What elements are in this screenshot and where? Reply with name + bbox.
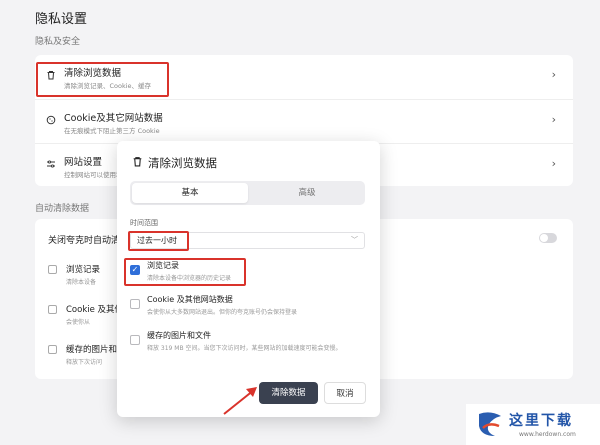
auto-item-sub: 会使你从: [66, 319, 91, 326]
highlight-history-option: [124, 258, 246, 286]
option-sub: 会使你从大多数网站退出。但你的夸克账号仍会保持登录: [147, 309, 298, 316]
dialog-title: 清除浏览数据: [132, 155, 217, 171]
cancel-button[interactable]: 取消: [324, 382, 366, 404]
dialog-title-text: 清除浏览数据: [148, 156, 217, 170]
dialog-tabs: 基本 高级: [130, 181, 365, 205]
checkbox[interactable]: [48, 265, 57, 274]
auto-item-label: 缓存的图片和: [66, 345, 118, 355]
pointer-arrow-icon: [223, 387, 257, 415]
auto-item-label: Cookie 及其他: [66, 305, 124, 315]
clear-data-button[interactable]: 清除数据: [259, 382, 318, 404]
row-label: Cookie及其它网站数据: [64, 113, 163, 124]
highlight-time-range: [128, 231, 189, 251]
section-auto-title: 自动清除数据: [35, 204, 90, 214]
page-title: 隐私设置: [35, 12, 88, 27]
sliders-icon: [46, 159, 56, 169]
cookie-icon: [46, 115, 56, 125]
section-privacy-title: 隐私及安全: [35, 37, 81, 47]
row-label: 网站设置: [64, 157, 103, 168]
chevron-right-icon: ›: [551, 157, 556, 170]
chevron-right-icon: ›: [551, 113, 556, 126]
auto-item-label: 浏览记录: [66, 265, 101, 275]
cookie-settings-row[interactable]: Cookie及其它网站数据 在无痕模式下阻止第三方 Cookie ›: [35, 99, 573, 141]
trash-icon: [132, 156, 143, 170]
checkbox[interactable]: [130, 299, 140, 309]
option-label: 缓存的图片和文件: [147, 331, 211, 340]
auto-item-sub: 清除本设备: [66, 279, 97, 286]
tab-advanced[interactable]: 高级: [249, 183, 365, 203]
watermark-logo-icon: [479, 412, 501, 436]
watermark: 这里下载 www.herdown.com: [466, 404, 600, 445]
row-sub: 在无痕模式下阻止第三方 Cookie: [64, 127, 160, 135]
time-range-label: 时间范围: [130, 219, 158, 227]
checkbox[interactable]: [130, 335, 140, 345]
chevron-down-icon: ﹀: [351, 236, 358, 244]
auto-clear-toggle[interactable]: [539, 233, 557, 243]
watermark-text: 这里下载: [509, 413, 573, 429]
option-label: Cookie 及其他网站数据: [147, 295, 233, 304]
chevron-right-icon: ›: [551, 68, 556, 81]
tab-basic[interactable]: 基本: [132, 183, 248, 203]
checkbox[interactable]: [48, 305, 57, 314]
option-sub: 释放 319 MB 空间。当您下次访问时，某些网站的加载速度可能会变慢。: [147, 345, 342, 352]
watermark-url: www.herdown.com: [519, 431, 576, 438]
highlight-clear-row: [36, 62, 169, 97]
auto-item-sub: 释放下次访问: [66, 359, 103, 366]
checkbox[interactable]: [48, 345, 57, 354]
